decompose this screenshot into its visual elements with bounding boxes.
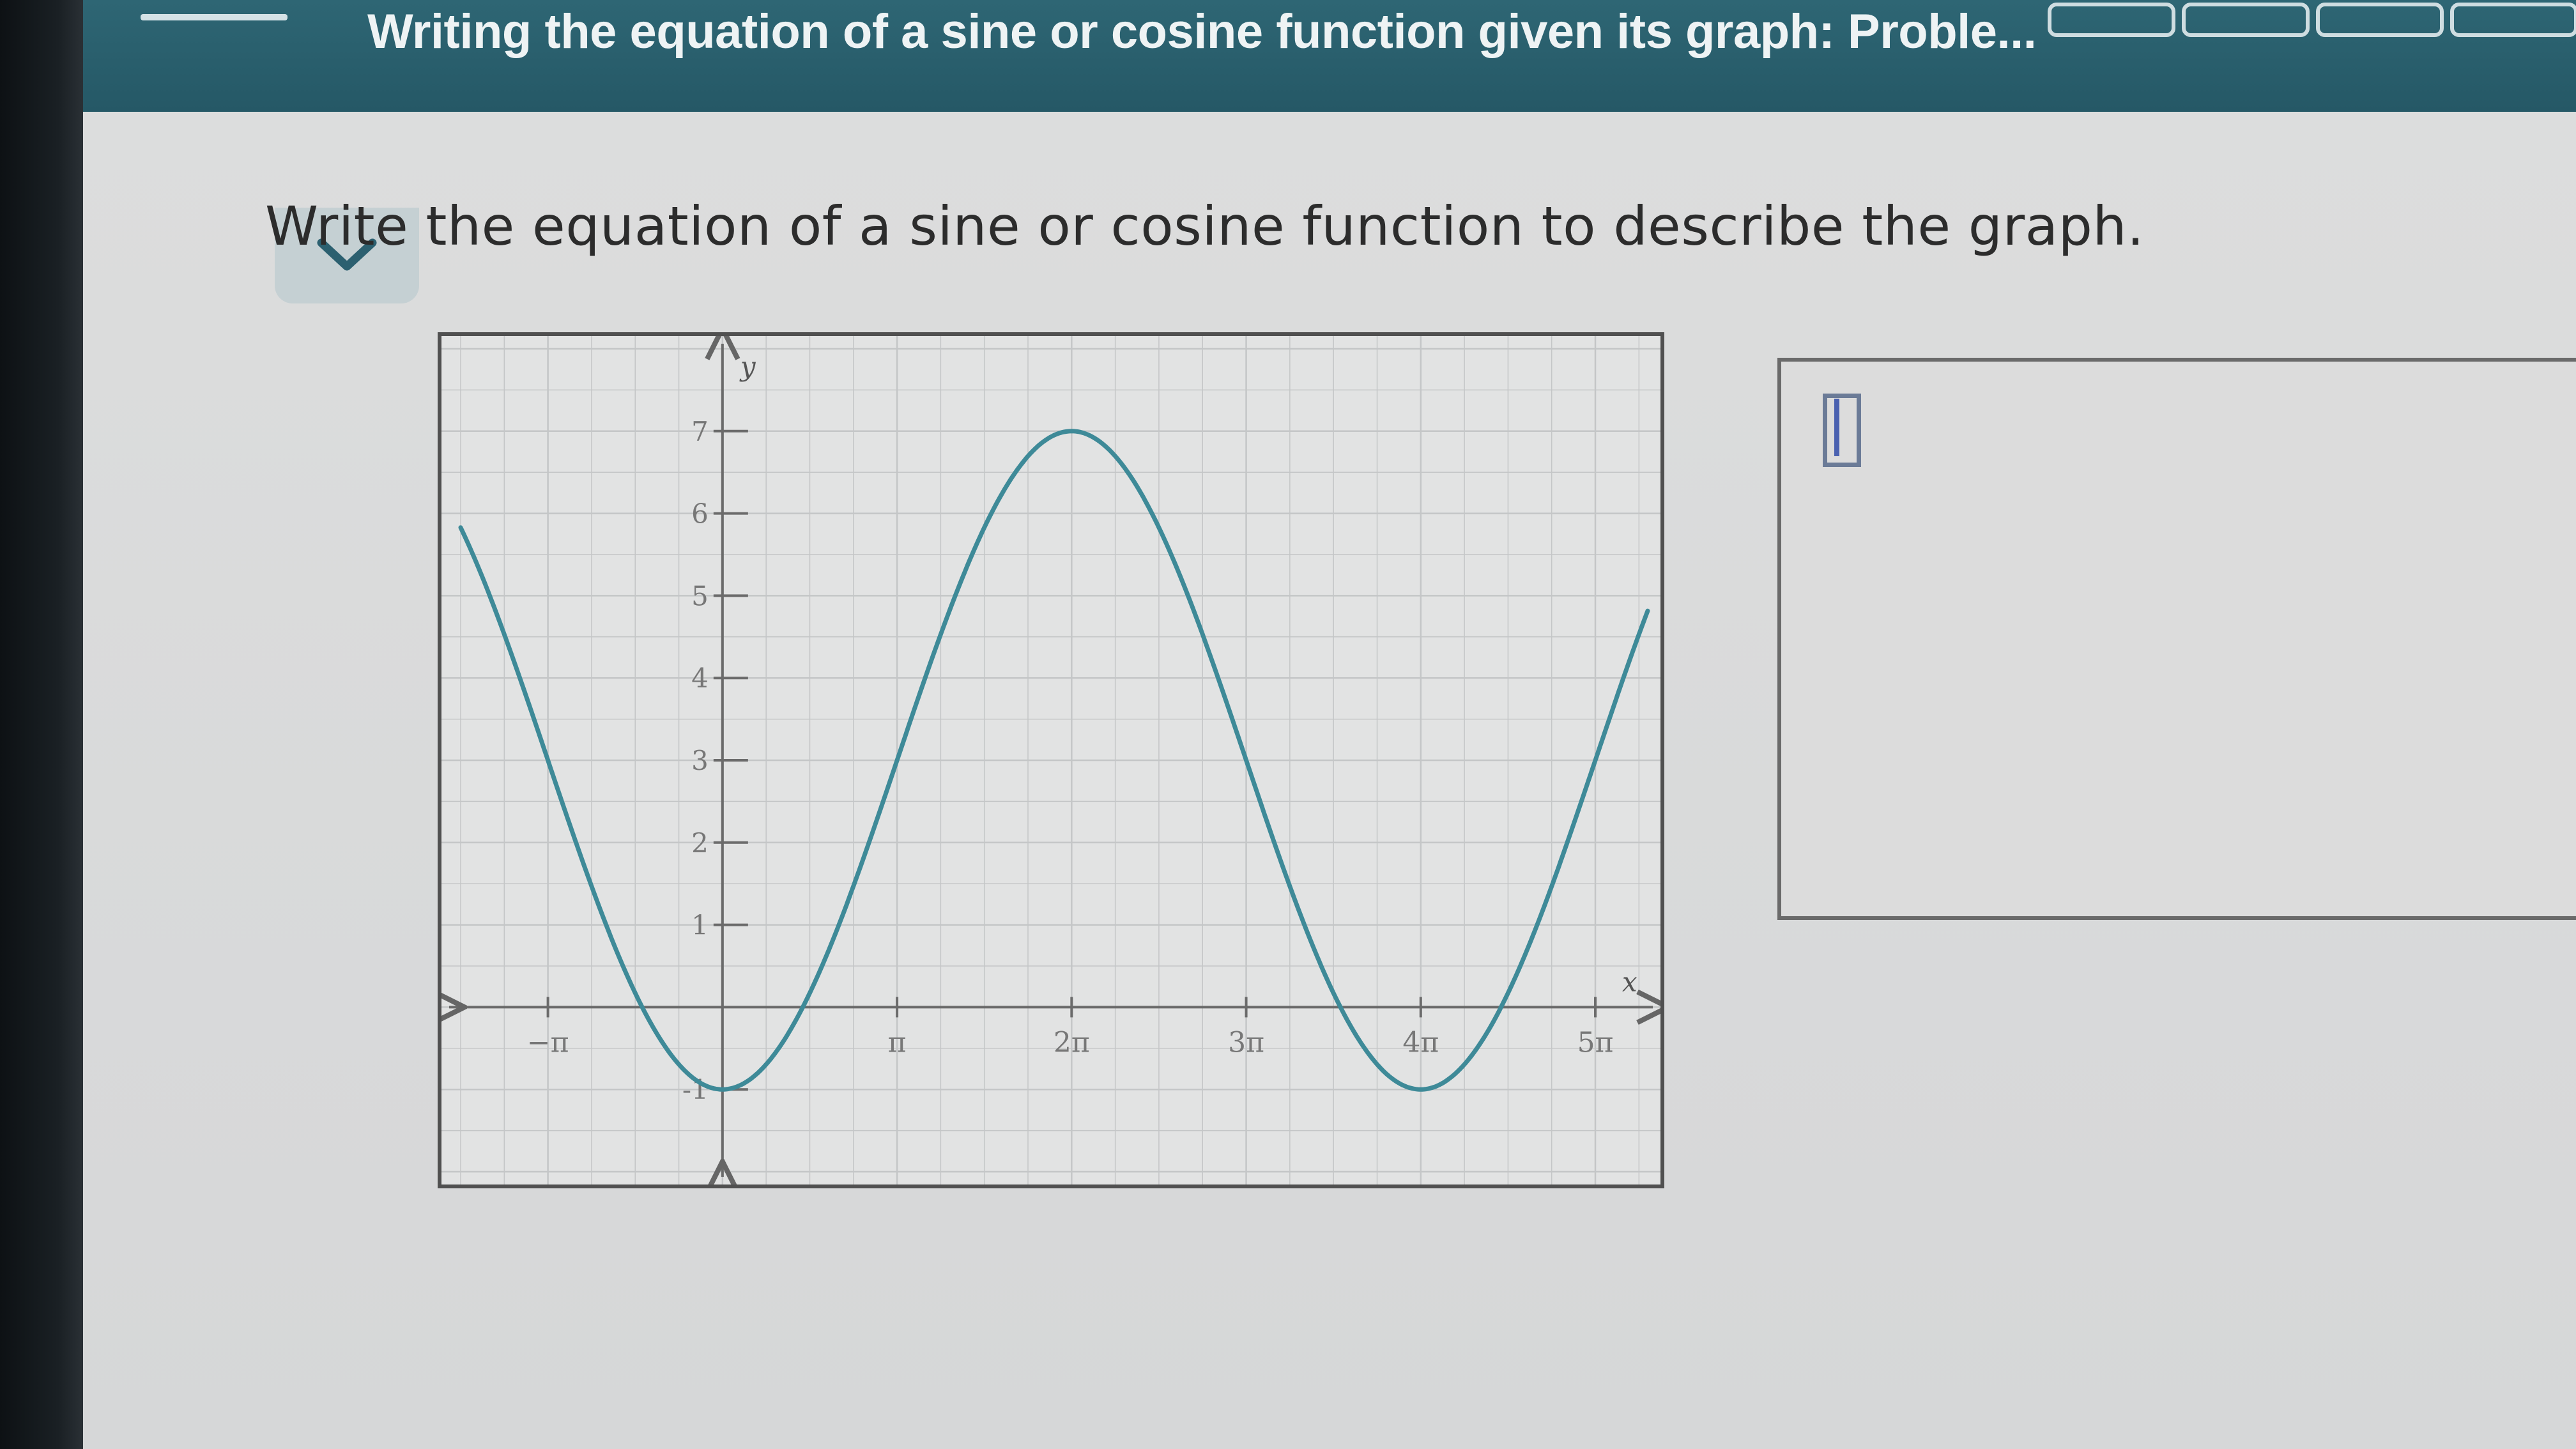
- menu-icon[interactable]: [141, 14, 288, 40]
- y-tick-label: 7: [691, 416, 709, 447]
- progress-segment: [2450, 3, 2576, 37]
- y-tick-label: 3: [691, 745, 709, 776]
- progress-segment: [2048, 3, 2175, 37]
- answer-panel: [1777, 358, 2576, 920]
- progress-segment: [2182, 3, 2310, 37]
- x-tick-label: 5π: [1577, 1026, 1614, 1059]
- x-tick-label: −π: [527, 1026, 569, 1059]
- x-tick-label: 3π: [1228, 1026, 1264, 1059]
- y-axis-label: y: [739, 351, 756, 382]
- x-tick-label: 4π: [1402, 1026, 1439, 1059]
- progress-segment: [2316, 3, 2444, 37]
- y-tick-label: 1: [691, 910, 709, 941]
- screen-bezel: [0, 0, 83, 1449]
- x-axis-label: x: [1622, 966, 1637, 997]
- y-tick-label: 2: [691, 827, 709, 859]
- x-tick-label: π: [888, 1026, 907, 1059]
- y-tick-label: 5: [691, 580, 709, 611]
- question-prompt: Write the equation of a sine or cosine f…: [265, 195, 2145, 257]
- y-tick-label: 4: [691, 663, 709, 694]
- y-tick-label: 6: [691, 498, 709, 530]
- graph-panel: −π π 2π 3π 4π 5π -1 1 2 3 4 5 6 7 x y: [438, 332, 1664, 1188]
- text-cursor-wrap: [1823, 394, 1861, 467]
- text-cursor: [1834, 399, 1839, 456]
- x-tick-label: 2π: [1054, 1026, 1090, 1059]
- function-graph: −π π 2π 3π 4π 5π-11234567 x y: [441, 336, 1660, 1184]
- progress-bar: [2048, 3, 2576, 37]
- grid-lines: [441, 336, 1660, 1184]
- page-title: Writing the equation of a sine or cosine…: [367, 4, 2037, 59]
